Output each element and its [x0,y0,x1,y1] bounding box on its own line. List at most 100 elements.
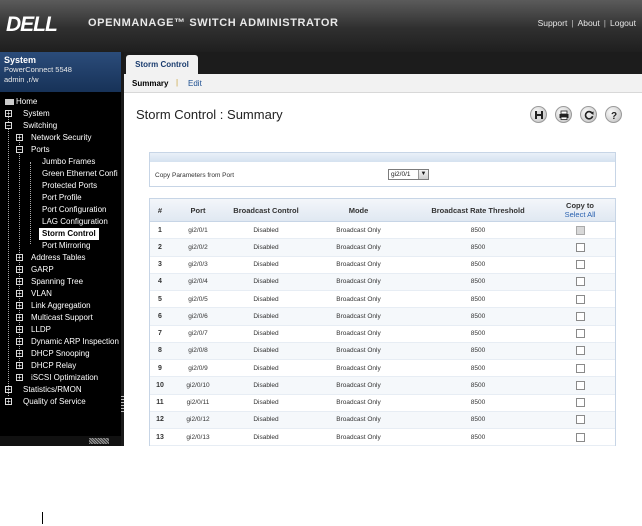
tree-item-lag-configuration[interactable]: LAG Configuration [42,216,108,228]
expand-icon[interactable]: + [16,374,23,382]
tab-storm-control[interactable]: Storm Control [126,55,198,74]
cell-copy-to [545,428,615,446]
tree-item-port-configuration[interactable]: Port Configuration [42,204,106,216]
cell-port: gi2/0/7 [170,325,226,343]
tree-item-garp[interactable]: + GARP [16,264,54,276]
tree-item-dynamic-arp-inspection[interactable]: + Dynamic ARP Inspection [16,336,119,348]
help-icon[interactable]: ? [605,106,622,123]
expand-icon[interactable]: + [5,110,12,118]
print-icon[interactable] [555,106,572,123]
table-row: 9 gi2/0/9 Disabled Broadcast Only 8500 [150,359,615,378]
copy-to-checkbox[interactable] [575,260,585,270]
cell-mode: Broadcast Only [306,325,411,343]
expand-icon[interactable]: + [16,326,23,334]
about-link[interactable]: About [578,18,600,28]
collapse-icon[interactable]: − [5,122,12,130]
copy-parameters-panel: Copy Parameters from Port gi2/0/1 ▼ [149,152,616,187]
cell-port: gi2/0/3 [170,256,226,274]
tree-item-switching[interactable]: − Switching [5,120,57,132]
sidebar-scrollbar[interactable] [0,436,121,446]
tree-item-protected-ports[interactable]: Protected Ports [42,180,97,192]
tree-item-spanning-tree[interactable]: + Spanning Tree [16,276,83,288]
expand-icon[interactable]: + [16,362,23,370]
cell-copy-to [545,273,615,292]
cell-threshold: 8500 [411,325,545,343]
cell-port: gi2/0/2 [170,238,226,257]
tree-item-address-tables[interactable]: + Address Tables [16,252,86,264]
user-info: admin ,r/w [4,75,39,84]
cell-num: 5 [150,290,170,309]
expand-icon[interactable]: + [16,278,23,286]
copy-from-port-value: gi2/0/1 [391,171,411,178]
copy-to-checkbox[interactable] [575,398,585,408]
expand-icon[interactable]: + [16,254,23,262]
copy-to-checkbox[interactable] [575,294,585,304]
tree-item-lldp[interactable]: + LLDP [16,324,51,336]
tree-item-dhcp-snooping[interactable]: + DHCP Snooping [16,348,90,360]
expand-icon[interactable]: + [5,398,12,406]
tree-item-quality-of-service[interactable]: + Quality of Service [5,396,86,408]
tree-item-vlan[interactable]: + VLAN [16,288,52,300]
cell-threshold: 8500 [411,256,545,274]
tree-item-link-aggregation[interactable]: + Link Aggregation [16,300,91,312]
copy-to-checkbox[interactable] [575,363,585,373]
tree-item-green-ethernet[interactable]: Green Ethernet Confi [42,168,118,180]
copy-to-checkbox[interactable] [575,277,585,287]
resize-grip[interactable] [89,438,109,444]
expand-icon[interactable]: + [16,314,23,322]
table-row: 2 gi2/0/2 Disabled Broadcast Only 8500 [150,238,615,257]
expand-icon[interactable]: + [16,134,23,142]
cell-num: 10 [150,376,170,395]
expand-icon[interactable]: + [16,350,23,358]
tree-item-network-security[interactable]: + Network Security [16,132,91,144]
save-icon[interactable] [530,106,547,123]
tree-item-system[interactable]: + System [5,108,50,120]
top-links: Support | About | Logout [538,18,636,28]
expand-icon[interactable]: + [16,338,23,346]
cell-threshold: 8500 [411,359,545,378]
tree-item-multicast-support[interactable]: + Multicast Support [16,312,93,324]
cell-mode: Broadcast Only [306,290,411,309]
copy-to-checkbox[interactable] [575,329,585,339]
copy-to-checkbox[interactable] [575,415,585,425]
sidebar: System PowerConnect 5548 admin ,r/w Home… [0,52,121,446]
copy-to-checkbox[interactable] [575,432,585,442]
chevron-down-icon[interactable]: ▼ [418,170,428,179]
expand-icon[interactable]: + [16,266,23,274]
tree-item-ports[interactable]: − Ports [16,144,50,156]
cell-broadcast-control: Disabled [226,256,306,274]
main-content: Storm Control Summary | Edit Storm Contr… [124,52,642,446]
tree-item-statistics-rmon[interactable]: + Statistics/RMON [5,384,82,396]
expand-icon[interactable]: + [5,386,12,394]
select-all-link[interactable]: Select All [545,210,615,219]
tree-item-storm-control[interactable]: Storm Control [39,228,99,240]
dell-logo: DELL [6,13,58,36]
expand-icon[interactable]: + [16,290,23,298]
cell-num: 6 [150,307,170,326]
copy-to-checkbox[interactable] [575,346,585,356]
cell-threshold: 8500 [411,290,545,309]
col-header-mode: Mode [306,199,411,222]
copy-to-checkbox[interactable] [575,242,585,252]
tree-item-home[interactable]: Home [5,96,37,108]
cell-threshold: 8500 [411,221,545,240]
tree-item-port-mirroring[interactable]: Port Mirroring [42,240,90,252]
page-title: Storm Control : Summary [136,107,283,122]
cell-port: gi2/0/4 [170,273,226,292]
copy-from-port-select[interactable]: gi2/0/1 ▼ [388,169,429,180]
logout-link[interactable]: Logout [610,18,636,28]
subnav-summary[interactable]: Summary [132,79,168,88]
tree-item-dhcp-relay[interactable]: + DHCP Relay [16,360,76,372]
system-title[interactable]: System [4,55,117,65]
support-link[interactable]: Support [538,18,568,28]
refresh-icon[interactable] [580,106,597,123]
subnav-edit[interactable]: Edit [188,79,202,88]
tree-item-iscsi-optimization[interactable]: + iSCSI Optimization [16,372,98,384]
collapse-icon[interactable]: − [16,146,23,154]
tree-item-jumbo-frames[interactable]: Jumbo Frames [42,156,95,168]
cell-port: gi2/0/10 [170,376,226,395]
tree-item-port-profile[interactable]: Port Profile [42,192,82,204]
copy-to-checkbox[interactable] [575,380,585,390]
expand-icon[interactable]: + [16,302,23,310]
copy-to-checkbox[interactable] [575,311,585,321]
